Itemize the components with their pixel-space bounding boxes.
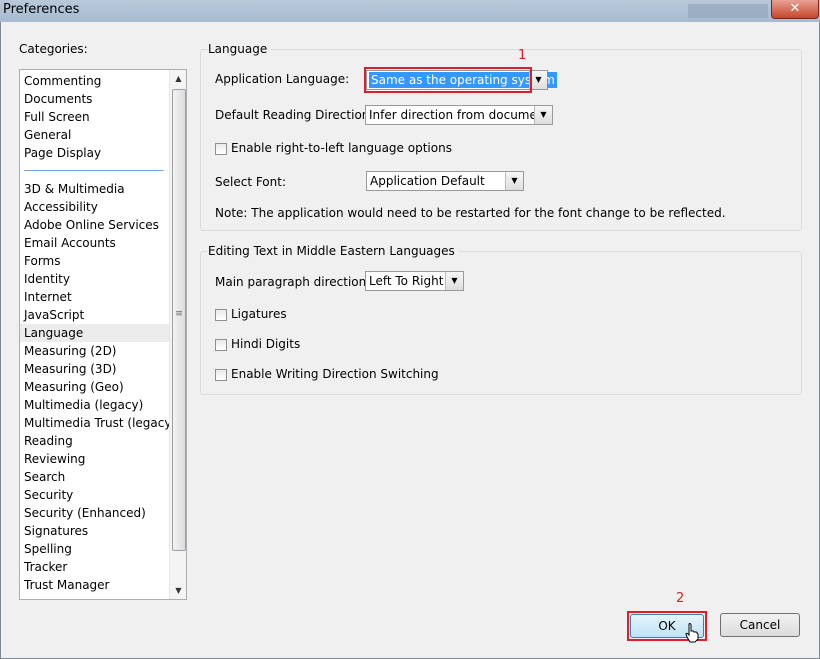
category-item[interactable]: Tracker — [24, 558, 67, 576]
chevron-down-icon[interactable]: ▼ — [445, 272, 463, 290]
category-item[interactable]: 3D & Multimedia — [24, 180, 125, 198]
ligatures-checkbox[interactable] — [215, 309, 227, 321]
rtl-checkbox[interactable] — [215, 143, 227, 155]
category-item[interactable]: Trust Manager — [24, 576, 109, 594]
paragraph-direction-label: Main paragraph direction: — [215, 275, 371, 289]
category-item-selected[interactable]: Language — [20, 324, 172, 342]
category-item[interactable]: Adobe Online Services — [24, 216, 159, 234]
language-group-title: Language — [208, 42, 272, 56]
hindi-digits-checkbox[interactable] — [215, 339, 227, 351]
category-item[interactable]: Measuring (3D) — [24, 360, 117, 378]
hand-cursor-icon — [685, 623, 699, 643]
category-item[interactable]: Email Accounts — [24, 234, 116, 252]
category-item[interactable]: Page Display — [24, 144, 101, 162]
scroll-grip-icon: ≡ — [175, 309, 183, 319]
category-item[interactable]: Reading — [24, 432, 73, 450]
select-font-dropdown[interactable]: Application Default ▼ — [366, 171, 524, 191]
scroll-down-arrow-icon[interactable]: ▼ — [170, 582, 186, 599]
category-item[interactable]: JavaScript — [24, 306, 84, 324]
rtl-checkbox-label: Enable right-to-left language options — [231, 141, 452, 155]
chevron-down-icon[interactable]: ▼ — [534, 106, 552, 124]
annotation-marker-2: 2 — [676, 591, 685, 606]
categories-scrollbar[interactable]: ▲ ≡ ▼ — [169, 70, 186, 599]
category-item[interactable]: Spelling — [24, 540, 72, 558]
category-item[interactable]: Identity — [24, 270, 70, 288]
paragraph-direction-dropdown[interactable]: Left To Right ▼ — [365, 271, 464, 291]
annotation-marker-1: 1 — [518, 48, 527, 63]
category-separator — [24, 170, 164, 171]
category-item[interactable]: Search — [24, 468, 65, 486]
reading-direction-value: Infer direction from document — [369, 108, 550, 122]
category-item[interactable]: Security (Enhanced) — [24, 504, 146, 522]
reading-direction-dropdown[interactable]: Infer direction from document ▼ — [365, 105, 553, 125]
categories-label: Categories: — [19, 42, 88, 56]
writing-direction-label: Enable Writing Direction Switching — [231, 367, 439, 381]
hindi-digits-label: Hindi Digits — [231, 337, 301, 351]
category-item[interactable]: Accessibility — [24, 198, 98, 216]
app-language-label: Application Language: — [215, 72, 350, 86]
category-item[interactable]: Internet — [24, 288, 72, 306]
title-bar: Preferences ✕ — [0, 0, 820, 22]
close-button[interactable]: ✕ — [771, 0, 819, 19]
category-item[interactable]: Full Screen — [24, 108, 90, 126]
category-item[interactable]: Commenting — [24, 72, 101, 90]
reading-direction-label: Default Reading Direction: — [215, 108, 374, 122]
category-item[interactable]: Multimedia Trust (legacy) — [24, 414, 176, 432]
writing-direction-checkbox[interactable] — [215, 369, 227, 381]
select-font-label: Select Font: — [215, 175, 287, 189]
category-item[interactable]: Measuring (Geo) — [24, 378, 124, 396]
cancel-button[interactable]: Cancel — [720, 613, 800, 637]
category-item[interactable]: Forms — [24, 252, 60, 270]
middle-eastern-group-title: Editing Text in Middle Eastern Languages — [208, 244, 459, 258]
scroll-thumb[interactable]: ≡ — [172, 89, 186, 551]
select-font-value: Application Default — [370, 174, 485, 188]
category-item[interactable]: Measuring (2D) — [24, 342, 117, 360]
blurred-background-region — [688, 4, 768, 18]
category-item[interactable]: Security — [24, 486, 73, 504]
window-title: Preferences — [3, 2, 80, 17]
scroll-up-arrow-icon[interactable]: ▲ — [170, 70, 186, 87]
category-item[interactable]: Signatures — [24, 522, 88, 540]
category-item[interactable]: Multimedia (legacy) — [24, 396, 143, 414]
paragraph-direction-value: Left To Right — [369, 274, 444, 288]
font-restart-note: Note: The application would need to be r… — [215, 206, 726, 220]
chevron-down-icon[interactable]: ▼ — [505, 172, 523, 190]
category-item[interactable]: Documents — [24, 90, 92, 108]
category-item[interactable]: General — [24, 126, 71, 144]
categories-list[interactable]: Commenting Documents Full Screen General Pag… — [19, 69, 187, 600]
category-item[interactable]: Reviewing — [24, 450, 85, 468]
ligatures-label: Ligatures — [231, 307, 287, 321]
annotation-box-1 — [364, 67, 532, 93]
